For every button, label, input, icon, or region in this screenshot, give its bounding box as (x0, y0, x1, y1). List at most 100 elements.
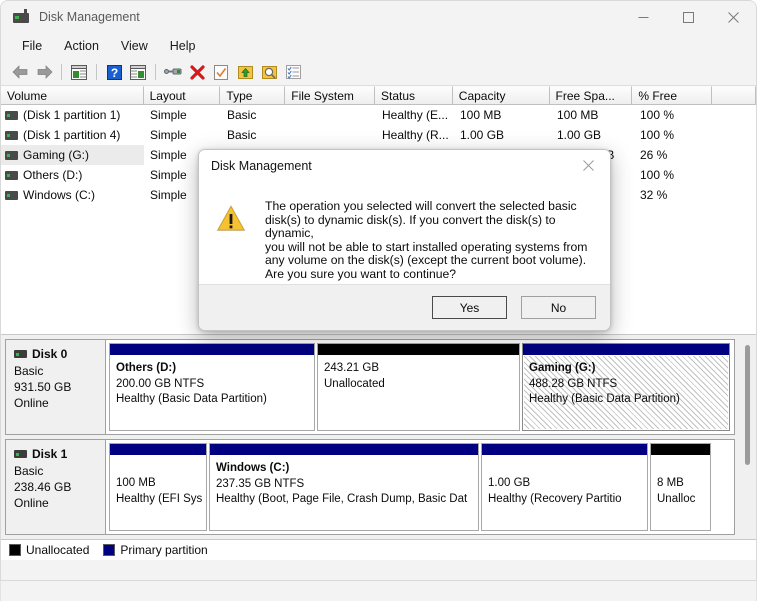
legend-label-primary: Primary partition (120, 543, 208, 557)
confirmation-dialog: Disk Management The operation you select… (198, 149, 611, 331)
show-hide-action-pane-icon[interactable] (127, 62, 149, 83)
column-header-file-system[interactable]: File System (285, 86, 375, 104)
no-button[interactable]: No (521, 296, 596, 319)
dialog-message-line: you will not be able to start installed … (265, 239, 588, 254)
partition-bar (482, 444, 647, 455)
forward-icon[interactable] (33, 62, 55, 83)
cell-file-system (286, 125, 376, 145)
disk-name: Disk 0 (32, 347, 68, 361)
disk-partitions-1: 100 MB Healthy (EFI Sys Windows (C:) 237… (105, 439, 735, 535)
cell-free-space: 1.00 GB (557, 128, 602, 142)
table-row[interactable]: (Disk 1 partition 1) Simple Basic Health… (1, 105, 756, 125)
close-button[interactable] (711, 1, 756, 33)
cell-percent-free: 32 % (640, 188, 668, 202)
partition-bar (651, 444, 710, 455)
cell-type: Basic (227, 108, 257, 122)
cell-volume: Gaming (G:) (1, 145, 144, 165)
disk-status: Online (14, 396, 49, 410)
cell-layout: Simple (150, 128, 187, 142)
help-icon[interactable]: ? (103, 62, 125, 83)
dialog-message: The operation you selected will convert … (265, 199, 594, 286)
column-header-volume[interactable]: Volume (1, 86, 144, 104)
disk-type: Basic (14, 364, 44, 378)
minimize-button[interactable] (621, 1, 666, 33)
menu-help[interactable]: Help (159, 36, 207, 56)
cell-type: Basic (227, 128, 257, 142)
disk-header-0[interactable]: Disk 0 Basic 931.50 GB Online (5, 339, 105, 435)
partition-bar (110, 444, 206, 455)
disk-name-row: Disk 0 (14, 346, 105, 362)
dialog-footer: Yes No (199, 284, 610, 330)
task-list-icon[interactable] (282, 62, 304, 83)
dialog-message-line: The operation you selected will convert … (265, 199, 577, 213)
partition-unallocated-disk0[interactable]: 243.21 GB Unallocated (317, 343, 520, 431)
disk-pane-scrollbar[interactable] (742, 339, 753, 541)
partition-bar (210, 444, 478, 455)
column-header-type[interactable]: Type (220, 86, 286, 104)
yes-button[interactable]: Yes (432, 296, 507, 319)
back-icon[interactable] (9, 62, 31, 83)
volume-icon (5, 170, 18, 180)
check-icon[interactable] (210, 62, 232, 83)
cell-volume-label: Others (D:) (23, 168, 83, 182)
column-header-capacity[interactable]: Capacity (452, 86, 550, 104)
partition-efi-system[interactable]: 100 MB Healthy (EFI Sys (109, 443, 207, 531)
dialog-body: The operation you selected will convert … (199, 182, 610, 286)
menu-view[interactable]: View (110, 36, 159, 56)
column-header-percent-free[interactable]: % Free (632, 86, 713, 104)
cell-volume: Windows (C:) (1, 185, 144, 205)
examine-icon[interactable] (258, 62, 280, 83)
partition-size-fs: 1.00 GB (488, 477, 531, 489)
partition-bar (318, 344, 519, 355)
extend-volume-icon[interactable] (234, 62, 256, 83)
menu-file[interactable]: File (11, 36, 53, 56)
delete-icon[interactable] (186, 62, 208, 83)
cell-capacity: 1.00 GB (460, 128, 505, 142)
legend-item-unallocated: Unallocated (9, 543, 89, 557)
partition-size-fs: 200.00 GB NTFS (116, 377, 205, 390)
show-hide-console-tree-icon[interactable] (68, 62, 90, 83)
table-row[interactable]: (Disk 1 partition 4) Simple Basic Health… (1, 125, 756, 145)
partition-gaming-g[interactable]: Gaming (G:) 488.28 GB NTFS Healthy (Basi… (522, 343, 730, 431)
toolbar-separator (61, 64, 62, 80)
menu-action[interactable]: Action (53, 36, 110, 56)
column-header-status[interactable]: Status (375, 86, 453, 104)
dialog-close-button[interactable] (566, 150, 610, 181)
cell-volume: Others (D:) (1, 165, 144, 185)
cell-layout: Simple (150, 108, 187, 122)
disk-management-window: Disk Management File Action View Help ? … (0, 0, 757, 581)
cell-status: Healthy (R... (382, 128, 449, 142)
disk-size: 931.50 GB (14, 380, 72, 394)
cell-volume-label: (Disk 1 partition 4) (23, 128, 121, 142)
toolbar-separator (96, 64, 97, 80)
partition-windows-c[interactable]: Windows (C:) 237.35 GB NTFS Healthy (Boo… (209, 443, 479, 531)
cell-status: Healthy (E... (382, 108, 449, 122)
svg-text:?: ? (110, 66, 117, 80)
partition-size-fs: 100 MB (116, 477, 156, 489)
column-header-blank[interactable] (712, 86, 756, 104)
partition-recovery[interactable]: 1.00 GB Healthy (Recovery Partitio (481, 443, 648, 531)
properties-icon[interactable] (162, 62, 184, 83)
legend-swatch-unallocated (9, 544, 21, 556)
cell-volume-label: (Disk 1 partition 1) (23, 108, 121, 122)
partition-info: Others (D:) 200.00 GB NTFS Healthy (Basi… (111, 356, 313, 429)
disk-row-0: Disk 0 Basic 931.50 GB Online Others (D:… (5, 339, 735, 435)
partition-info: Gaming (G:) 488.28 GB NTFS Healthy (Basi… (524, 356, 728, 429)
dialog-message-line: disk(s) to dynamic disk(s). If you conve… (265, 212, 556, 241)
partition-status: Healthy (Basic Data Partition) (529, 393, 680, 405)
partition-unallocated-disk1[interactable]: 8 MB Unalloc (650, 443, 711, 531)
column-header-free-space[interactable]: Free Spa... (549, 86, 633, 104)
disk-size: 238.46 GB (14, 480, 72, 494)
dialog-message-line: any volume on the disk(s) (except the cu… (265, 253, 587, 268)
partition-others-d[interactable]: Others (D:) 200.00 GB NTFS Healthy (Basi… (109, 343, 315, 431)
disk-header-1[interactable]: Disk 1 Basic 238.46 GB Online (5, 439, 105, 535)
cell-percent-free: 26 % (640, 148, 668, 162)
scrollbar-thumb[interactable] (745, 345, 750, 465)
partition-name: Gaming (G:) (529, 362, 596, 374)
maximize-button[interactable] (666, 1, 711, 33)
partition-info: 100 MB Healthy (EFI Sys (111, 456, 205, 529)
partition-status: Healthy (Recovery Partitio (488, 492, 622, 505)
partition-status: Unallocated (324, 377, 385, 390)
column-header-layout[interactable]: Layout (143, 86, 221, 104)
partition-name: Windows (C:) (216, 462, 290, 474)
